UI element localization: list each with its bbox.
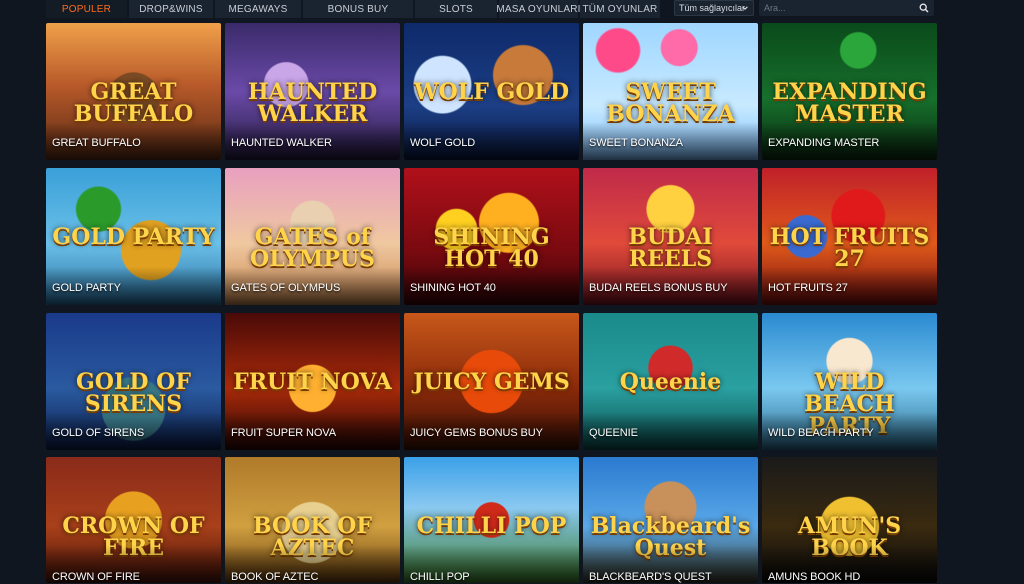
game-title: BOOK OF AZTEC [231, 571, 319, 583]
game-grid-row-4: CROWN OF FIRE CROWN OF FIRE BOOK OF AZTE… [46, 457, 937, 583]
game-title: WILD BEACH PARTY [768, 427, 874, 439]
search-box [759, 0, 934, 16]
game-card-expanding-master[interactable]: EXPANDING MASTER EXPANDING MASTER [762, 23, 937, 160]
game-title: WOLF GOLD [410, 137, 476, 149]
game-card-gold-party[interactable]: GOLD PARTY GOLD PARTY [46, 168, 221, 305]
game-card-fruit-super-nova[interactable]: FRUIT NOVA FRUIT SUPER NOVA [225, 313, 400, 450]
game-title: SHINING HOT 40 [410, 282, 496, 294]
game-logo: Queenie [619, 369, 722, 395]
game-title: AMUNS BOOK HD [768, 571, 861, 583]
game-title: CHILLI POP [410, 571, 470, 583]
search-icon[interactable] [919, 3, 929, 13]
game-logo: GOLD PARTY [52, 224, 215, 250]
tab-tum-oyunlar[interactable]: Tüm Oyunlar [580, 0, 660, 18]
game-title: BUDAI REELS BONUS BUY [589, 282, 728, 294]
game-card-queenie[interactable]: Queenie QUEENIE [583, 313, 758, 450]
tab-masa-oyunlari[interactable]: Masa Oyunlari [496, 0, 580, 18]
game-title: GOLD PARTY [52, 282, 121, 294]
game-title: GOLD OF SIRENS [52, 427, 145, 439]
provider-select[interactable]: Tüm sağlayıcılar [674, 0, 754, 16]
game-card-shining-hot-40[interactable]: SHINING HOT 40 SHINING HOT 40 [404, 168, 579, 305]
game-logo: HAUNTED WALKER [247, 79, 378, 127]
search-input[interactable] [759, 1, 909, 15]
game-title: GATES OF OLYMPUS [231, 282, 341, 294]
provider-select-label: Tüm sağlayıcılar [679, 3, 746, 13]
game-title: FRUIT SUPER NOVA [231, 427, 336, 439]
game-card-amuns-book-hd[interactable]: AMUN'S BOOK AMUNS BOOK HD [762, 457, 937, 583]
tab-populer[interactable]: Populer [46, 0, 127, 18]
game-card-great-buffalo[interactable]: GREAT BUFFALO GREAT BUFFALO [46, 23, 221, 160]
tab-slots[interactable]: Slots [415, 0, 497, 18]
chevron-down-icon [742, 6, 748, 10]
game-logo: GREAT BUFFALO [73, 79, 194, 127]
game-grid: GREAT BUFFALO GREAT BUFFALO HAUNTED WALK… [46, 23, 937, 450]
tab-drop-wins[interactable]: Drop&Wins [129, 0, 213, 18]
tab-megaways[interactable]: Megaways [215, 0, 301, 18]
game-logo: HOT FRUITS 27 [769, 224, 930, 272]
game-title: EXPANDING MASTER [768, 137, 880, 149]
game-logo: CHILLI POP [416, 513, 567, 539]
game-logo: GOLD OF SIRENS [76, 369, 191, 417]
game-title: BLACKBEARD'S QUEST [589, 571, 712, 583]
tab-bonus-buy[interactable]: Bonus Buy [303, 0, 413, 18]
game-logo: JUICY GEMS [413, 369, 570, 395]
game-logo: SHINING HOT 40 [433, 224, 550, 272]
game-logo: GATES of OLYMPUS [250, 224, 375, 272]
game-card-juicy-gems-bonus-buy[interactable]: JUICY GEMS JUICY GEMS BONUS BUY [404, 313, 579, 450]
game-logo: BUDAI REELS [628, 224, 713, 272]
game-title: CROWN OF FIRE [52, 571, 140, 583]
game-logo: EXPANDING MASTER [772, 79, 927, 127]
game-title: JUICY GEMS BONUS BUY [410, 427, 543, 439]
game-title: HAUNTED WALKER [231, 137, 332, 149]
game-card-hot-fruits-27[interactable]: HOT FRUITS 27 HOT FRUITS 27 [762, 168, 937, 305]
game-card-crown-of-fire[interactable]: CROWN OF FIRE CROWN OF FIRE [46, 457, 221, 583]
game-logo: FRUIT NOVA [233, 369, 392, 395]
game-title: HOT FRUITS 27 [768, 282, 848, 294]
game-card-wild-beach-party[interactable]: WILD BEACH PARTY WILD BEACH PARTY [762, 313, 937, 450]
game-title: QUEENIE [589, 427, 638, 439]
game-card-chilli-pop[interactable]: CHILLI POP CHILLI POP [404, 457, 579, 583]
game-card-budai-reels-bonus-buy[interactable]: BUDAI REELS BUDAI REELS BONUS BUY [583, 168, 758, 305]
game-card-sweet-bonanza[interactable]: SWEET BONANZA SWEET BONANZA [583, 23, 758, 160]
game-logo: SWEET BONANZA [606, 79, 735, 127]
game-title: SWEET BONANZA [589, 137, 683, 149]
game-card-gates-of-olympus[interactable]: GATES of OLYMPUS GATES OF OLYMPUS [225, 168, 400, 305]
game-card-wolf-gold[interactable]: WOLF GOLD WOLF GOLD [404, 23, 579, 160]
game-card-book-of-aztec[interactable]: BOOK OF AZTEC BOOK OF AZTEC [225, 457, 400, 583]
game-title: GREAT BUFFALO [52, 137, 141, 149]
game-logo: WOLF GOLD [413, 79, 570, 105]
game-card-gold-of-sirens[interactable]: GOLD OF SIRENS GOLD OF SIRENS [46, 313, 221, 450]
game-card-blackbeards-quest[interactable]: Blackbeard's Quest BLACKBEARD'S QUEST [583, 457, 758, 583]
game-card-haunted-walker[interactable]: HAUNTED WALKER HAUNTED WALKER [225, 23, 400, 160]
